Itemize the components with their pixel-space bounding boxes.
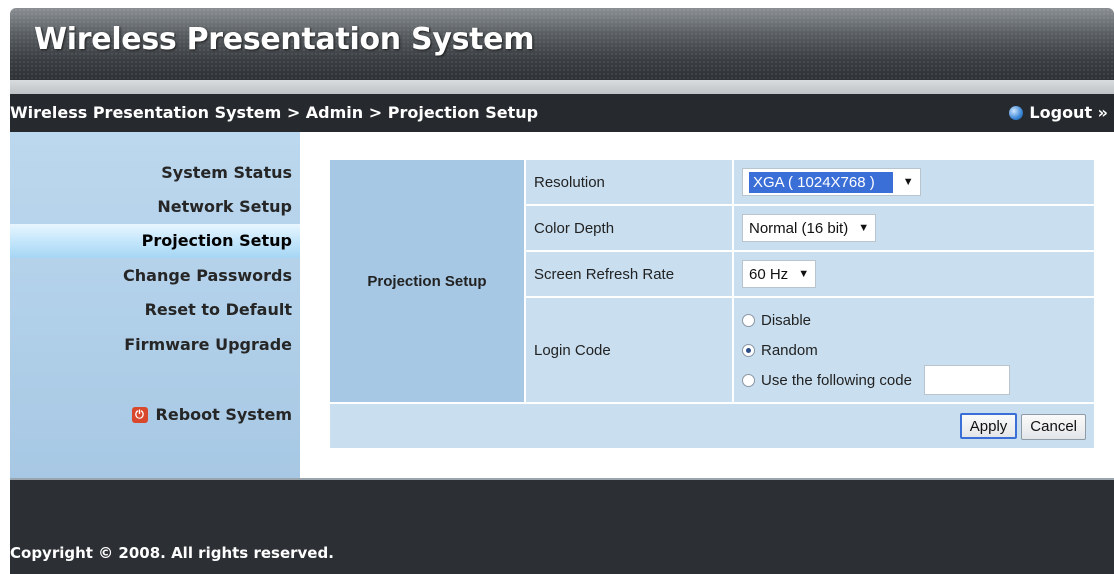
color-depth-cell: Normal (16 bit) ▼ — [734, 206, 1094, 250]
breadcrumb-bar: Wireless Presentation System > Admin > P… — [10, 94, 1114, 132]
form-actions: Apply Cancel — [330, 404, 1094, 448]
projection-setup-form: Projection Setup Resolution XGA ( 1024X7… — [328, 158, 1096, 450]
logout-link[interactable]: Logout » — [1009, 94, 1108, 132]
sidebar: System Status Network Setup Projection S… — [10, 132, 300, 478]
radio-disable[interactable] — [742, 313, 755, 327]
refresh-rate-cell: 60 Hz ▼ — [734, 252, 1094, 296]
chevron-down-icon: ▼ — [798, 268, 810, 280]
main-area: System Status Network Setup Projection S… — [10, 132, 1114, 478]
chevron-down-icon: ▼ — [902, 176, 914, 188]
reboot-label: Reboot System — [155, 405, 292, 424]
copyright-text: Copyright © 2008. All rights reserved. — [10, 544, 334, 562]
resolution-value: XGA ( 1024X768 ) — [749, 171, 893, 193]
logout-icon — [1009, 106, 1024, 120]
login-code-option-disable[interactable]: Disable — [742, 305, 1086, 335]
reboot-system-button[interactable]: ⏻ Reboot System — [10, 398, 292, 432]
sidebar-item-change-passwords[interactable]: Change Passwords — [10, 259, 292, 293]
radio-disable-label: Disable — [761, 311, 812, 329]
header-banner: Wireless Presentation System — [10, 8, 1114, 80]
footer: Copyright © 2008. All rights reserved. — [10, 478, 1114, 574]
resolution-select[interactable]: XGA ( 1024X768 ) ▼ — [742, 168, 921, 196]
cancel-button[interactable]: Cancel — [1021, 413, 1086, 440]
apply-button[interactable]: Apply — [959, 412, 1018, 439]
login-code-input[interactable] — [923, 365, 1010, 395]
color-depth-value: Normal (16 bit) — [749, 219, 849, 237]
login-code-option-random[interactable]: Random — [742, 335, 1086, 365]
refresh-rate-value: 60 Hz — [749, 265, 789, 283]
app-title: Wireless Presentation System — [34, 22, 535, 57]
sidebar-item-reset-to-default[interactable]: Reset to Default — [10, 293, 292, 327]
resolution-cell: XGA ( 1024X768 ) ▼ — [734, 160, 1094, 204]
login-code-option-custom[interactable]: Use the following code — [742, 365, 1086, 395]
chevron-down-icon: ▼ — [858, 222, 870, 234]
breadcrumb: Wireless Presentation System > Admin > P… — [10, 103, 539, 122]
header-divider — [10, 80, 1114, 94]
color-depth-select[interactable]: Normal (16 bit) ▼ — [742, 214, 877, 242]
logout-label: Logout » — [1029, 103, 1108, 122]
sidebar-item-network-setup[interactable]: Network Setup — [10, 190, 292, 224]
power-icon: ⏻ — [131, 407, 148, 423]
sidebar-item-projection-setup[interactable]: Projection Setup — [10, 224, 300, 258]
radio-random-label: Random — [761, 341, 818, 359]
section-title: Projection Setup — [330, 160, 524, 402]
resolution-label: Resolution — [526, 160, 732, 204]
login-code-cell: Disable Random Use the following code — [734, 298, 1094, 402]
radio-custom[interactable] — [742, 373, 755, 387]
sidebar-item-system-status[interactable]: System Status — [10, 156, 292, 190]
refresh-rate-label: Screen Refresh Rate — [526, 252, 732, 296]
color-depth-label: Color Depth — [526, 206, 732, 250]
refresh-rate-select[interactable]: 60 Hz ▼ — [742, 260, 817, 288]
login-code-label: Login Code — [526, 298, 732, 402]
radio-custom-label: Use the following code — [761, 371, 912, 389]
sidebar-item-firmware-upgrade[interactable]: Firmware Upgrade — [10, 328, 292, 362]
radio-random[interactable] — [742, 343, 755, 357]
